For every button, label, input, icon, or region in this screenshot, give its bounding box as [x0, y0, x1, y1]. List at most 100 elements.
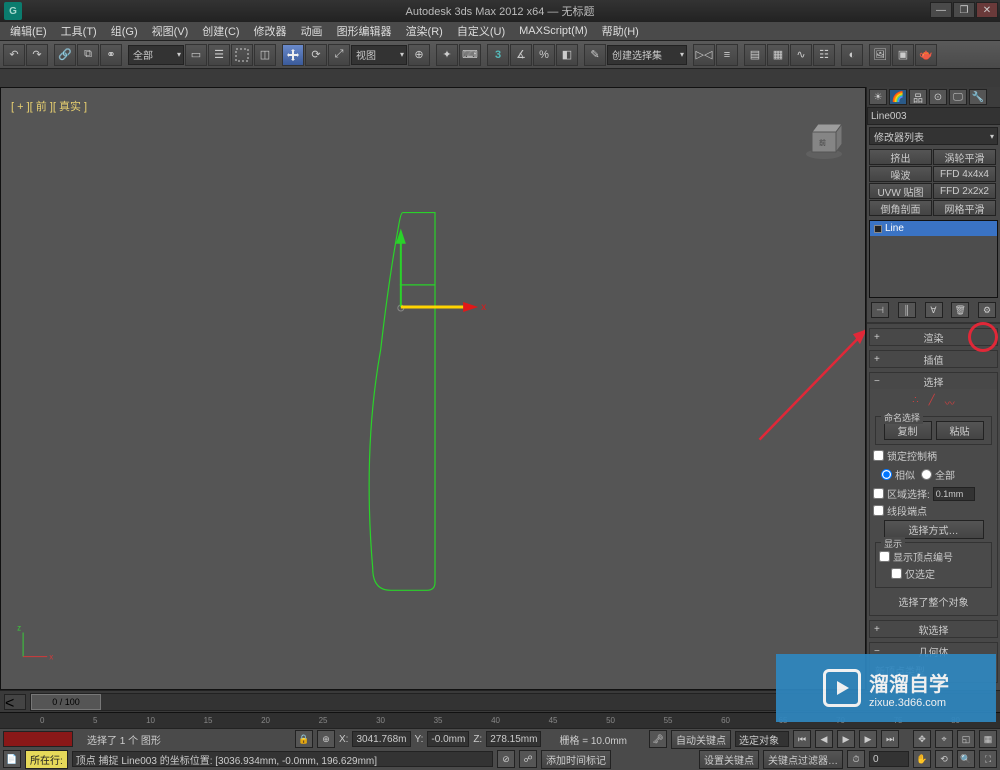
- viewport-nav-2[interactable]: ⌖: [935, 730, 953, 748]
- set-key-button[interactable]: 设置关键点: [699, 750, 759, 769]
- time-config-button[interactable]: <: [4, 694, 26, 710]
- graphite-button[interactable]: ▦: [767, 44, 789, 66]
- paste-button[interactable]: 粘贴: [936, 421, 984, 440]
- prev-frame-button[interactable]: ◀: [815, 730, 833, 748]
- ref-coord-dropdown[interactable]: 视图: [351, 45, 407, 65]
- create-tab[interactable]: ☀: [869, 89, 887, 105]
- menu-animation[interactable]: 动画: [295, 22, 329, 40]
- play-button[interactable]: ▶: [837, 730, 855, 748]
- zoom-view-button[interactable]: 🔍: [957, 750, 975, 768]
- restore-button[interactable]: ❐: [953, 2, 975, 18]
- undo-button[interactable]: ↶: [3, 44, 25, 66]
- viewport-nav-1[interactable]: ✥: [913, 730, 931, 748]
- absolute-mode-button[interactable]: ⊕: [317, 730, 335, 748]
- mod-extrude-button[interactable]: 挤出: [869, 149, 932, 165]
- radio-similar[interactable]: 相似: [881, 467, 915, 482]
- redo-button[interactable]: ↷: [26, 44, 48, 66]
- menu-graph-editors[interactable]: 图形编辑器: [331, 22, 398, 40]
- time-slider-thumb[interactable]: 0 / 100: [31, 694, 101, 710]
- only-selected-check[interactable]: 仅选定: [879, 566, 988, 581]
- menu-group[interactable]: 组(G): [105, 22, 144, 40]
- use-pivot-button[interactable]: ⊕: [408, 44, 430, 66]
- select-scale-button[interactable]: ⤢: [328, 44, 350, 66]
- curve-editor-button[interactable]: ∿: [790, 44, 812, 66]
- motion-tab[interactable]: ⊙: [929, 89, 947, 105]
- pin-stack-button[interactable]: ⊣: [871, 302, 889, 318]
- pan-view-button[interactable]: ✋: [913, 750, 931, 768]
- isolate-button[interactable]: ⊘: [497, 750, 515, 768]
- mod-ffd444-button[interactable]: FFD 4x4x4: [933, 166, 996, 182]
- segment-end-check[interactable]: 线段端点: [873, 503, 994, 518]
- modify-tab[interactable]: 🌈: [889, 89, 907, 105]
- coord-y-field[interactable]: -0.0mm: [427, 731, 469, 747]
- select-object-button[interactable]: ▭: [185, 44, 207, 66]
- angle-snap-button[interactable]: ∡: [510, 44, 532, 66]
- next-frame-button[interactable]: ▶: [859, 730, 877, 748]
- layer-manager-button[interactable]: ▤: [744, 44, 766, 66]
- coord-z-field[interactable]: 278.15mm: [486, 731, 541, 747]
- rollout-render-header[interactable]: +渲染: [870, 329, 997, 345]
- area-select-check[interactable]: 区域选择: 0.1mm: [873, 486, 994, 501]
- display-tab[interactable]: 🖵: [949, 89, 967, 105]
- orbit-view-button[interactable]: ⟲: [935, 750, 953, 768]
- link-button[interactable]: 🔗: [54, 44, 76, 66]
- modifier-list-dropdown[interactable]: 修改器列表: [869, 127, 998, 145]
- area-select-spinner[interactable]: 0.1mm: [933, 487, 975, 501]
- align-button[interactable]: ≡: [716, 44, 738, 66]
- lock-handles-check[interactable]: 锁定控制柄: [873, 448, 994, 463]
- prompt-field[interactable]: 顶点 捕捉 Line003 的坐标位置: [3036.934mm, -0.0mm…: [72, 751, 493, 767]
- rendered-frame-button[interactable]: ▣: [892, 44, 914, 66]
- mod-bevelprofile-button[interactable]: 倒角剖面: [869, 200, 932, 216]
- close-button[interactable]: ✕: [976, 2, 998, 18]
- viewport-front[interactable]: [ + ][ 前 ][ 真实 ] x: [0, 87, 866, 690]
- modifier-stack[interactable]: Line: [869, 220, 998, 298]
- mod-meshsmooth-button[interactable]: 网格平滑: [933, 200, 996, 216]
- auto-key-button[interactable]: 自动关键点: [671, 730, 731, 749]
- menu-maxscript[interactable]: MAXScript(M): [513, 24, 593, 38]
- rollout-interp-header[interactable]: +插值: [870, 351, 997, 367]
- material-editor-button[interactable]: ◐: [841, 44, 863, 66]
- coord-x-field[interactable]: 3041.768m: [352, 731, 410, 747]
- add-time-tag-button[interactable]: 添加时间标记: [541, 750, 611, 769]
- mod-noise-button[interactable]: 噪波: [869, 166, 932, 182]
- window-crossing-button[interactable]: ◫: [254, 44, 276, 66]
- track-bar[interactable]: [3, 731, 73, 747]
- rollout-softsel-header[interactable]: +软选择: [870, 621, 997, 637]
- mod-uvwmap-button[interactable]: UVW 贴图: [869, 183, 932, 199]
- keyboard-shortcut-button[interactable]: ⌨: [459, 44, 481, 66]
- make-unique-button[interactable]: ∀: [925, 302, 943, 318]
- key-target-dropdown[interactable]: 选定对象: [735, 731, 789, 747]
- rollout-selection-header[interactable]: −选择: [870, 373, 997, 389]
- max-view-button[interactable]: ⛶: [979, 750, 997, 768]
- percent-snap-button[interactable]: %: [533, 44, 555, 66]
- menu-tools[interactable]: 工具(T): [55, 22, 103, 40]
- select-move-button[interactable]: [282, 44, 304, 66]
- configure-sets-button[interactable]: ⚙: [978, 302, 996, 318]
- maxscript-mini-button[interactable]: 📄: [3, 750, 21, 768]
- snap-toggle-button[interactable]: 3: [487, 44, 509, 66]
- select-manipulate-button[interactable]: ✦: [436, 44, 458, 66]
- object-name-input[interactable]: [867, 107, 1000, 125]
- menu-rendering[interactable]: 渲染(R): [400, 22, 449, 40]
- mirror-button[interactable]: ▷◁: [693, 44, 715, 66]
- radio-all[interactable]: 全部: [921, 467, 955, 482]
- goto-start-button[interactable]: ⏮: [793, 730, 811, 748]
- viewport-nav-3[interactable]: ◱: [957, 730, 975, 748]
- hierarchy-tab[interactable]: 品: [909, 89, 927, 105]
- spline-subobj-icon[interactable]: 〰: [945, 395, 955, 410]
- menu-modifiers[interactable]: 修改器: [248, 22, 293, 40]
- menu-create[interactable]: 创建(C): [196, 22, 245, 40]
- schematic-view-button[interactable]: ☷: [813, 44, 835, 66]
- rect-select-button[interactable]: [231, 44, 253, 66]
- menu-help[interactable]: 帮助(H): [596, 22, 645, 40]
- mod-turbosmooth-button[interactable]: 涡轮平滑: [933, 149, 996, 165]
- named-selection-edit-button[interactable]: ✎: [584, 44, 606, 66]
- utilities-tab[interactable]: 🔧: [969, 89, 987, 105]
- listener-label[interactable]: 所在行:: [25, 750, 68, 769]
- goto-end-button[interactable]: ⏭: [881, 730, 899, 748]
- expand-icon[interactable]: [874, 225, 882, 233]
- show-end-button[interactable]: ║: [898, 302, 916, 318]
- menu-customize[interactable]: 自定义(U): [451, 22, 511, 40]
- named-selection-dropdown[interactable]: 创建选择集: [607, 45, 687, 65]
- mod-ffd222-button[interactable]: FFD 2x2x2: [933, 183, 996, 199]
